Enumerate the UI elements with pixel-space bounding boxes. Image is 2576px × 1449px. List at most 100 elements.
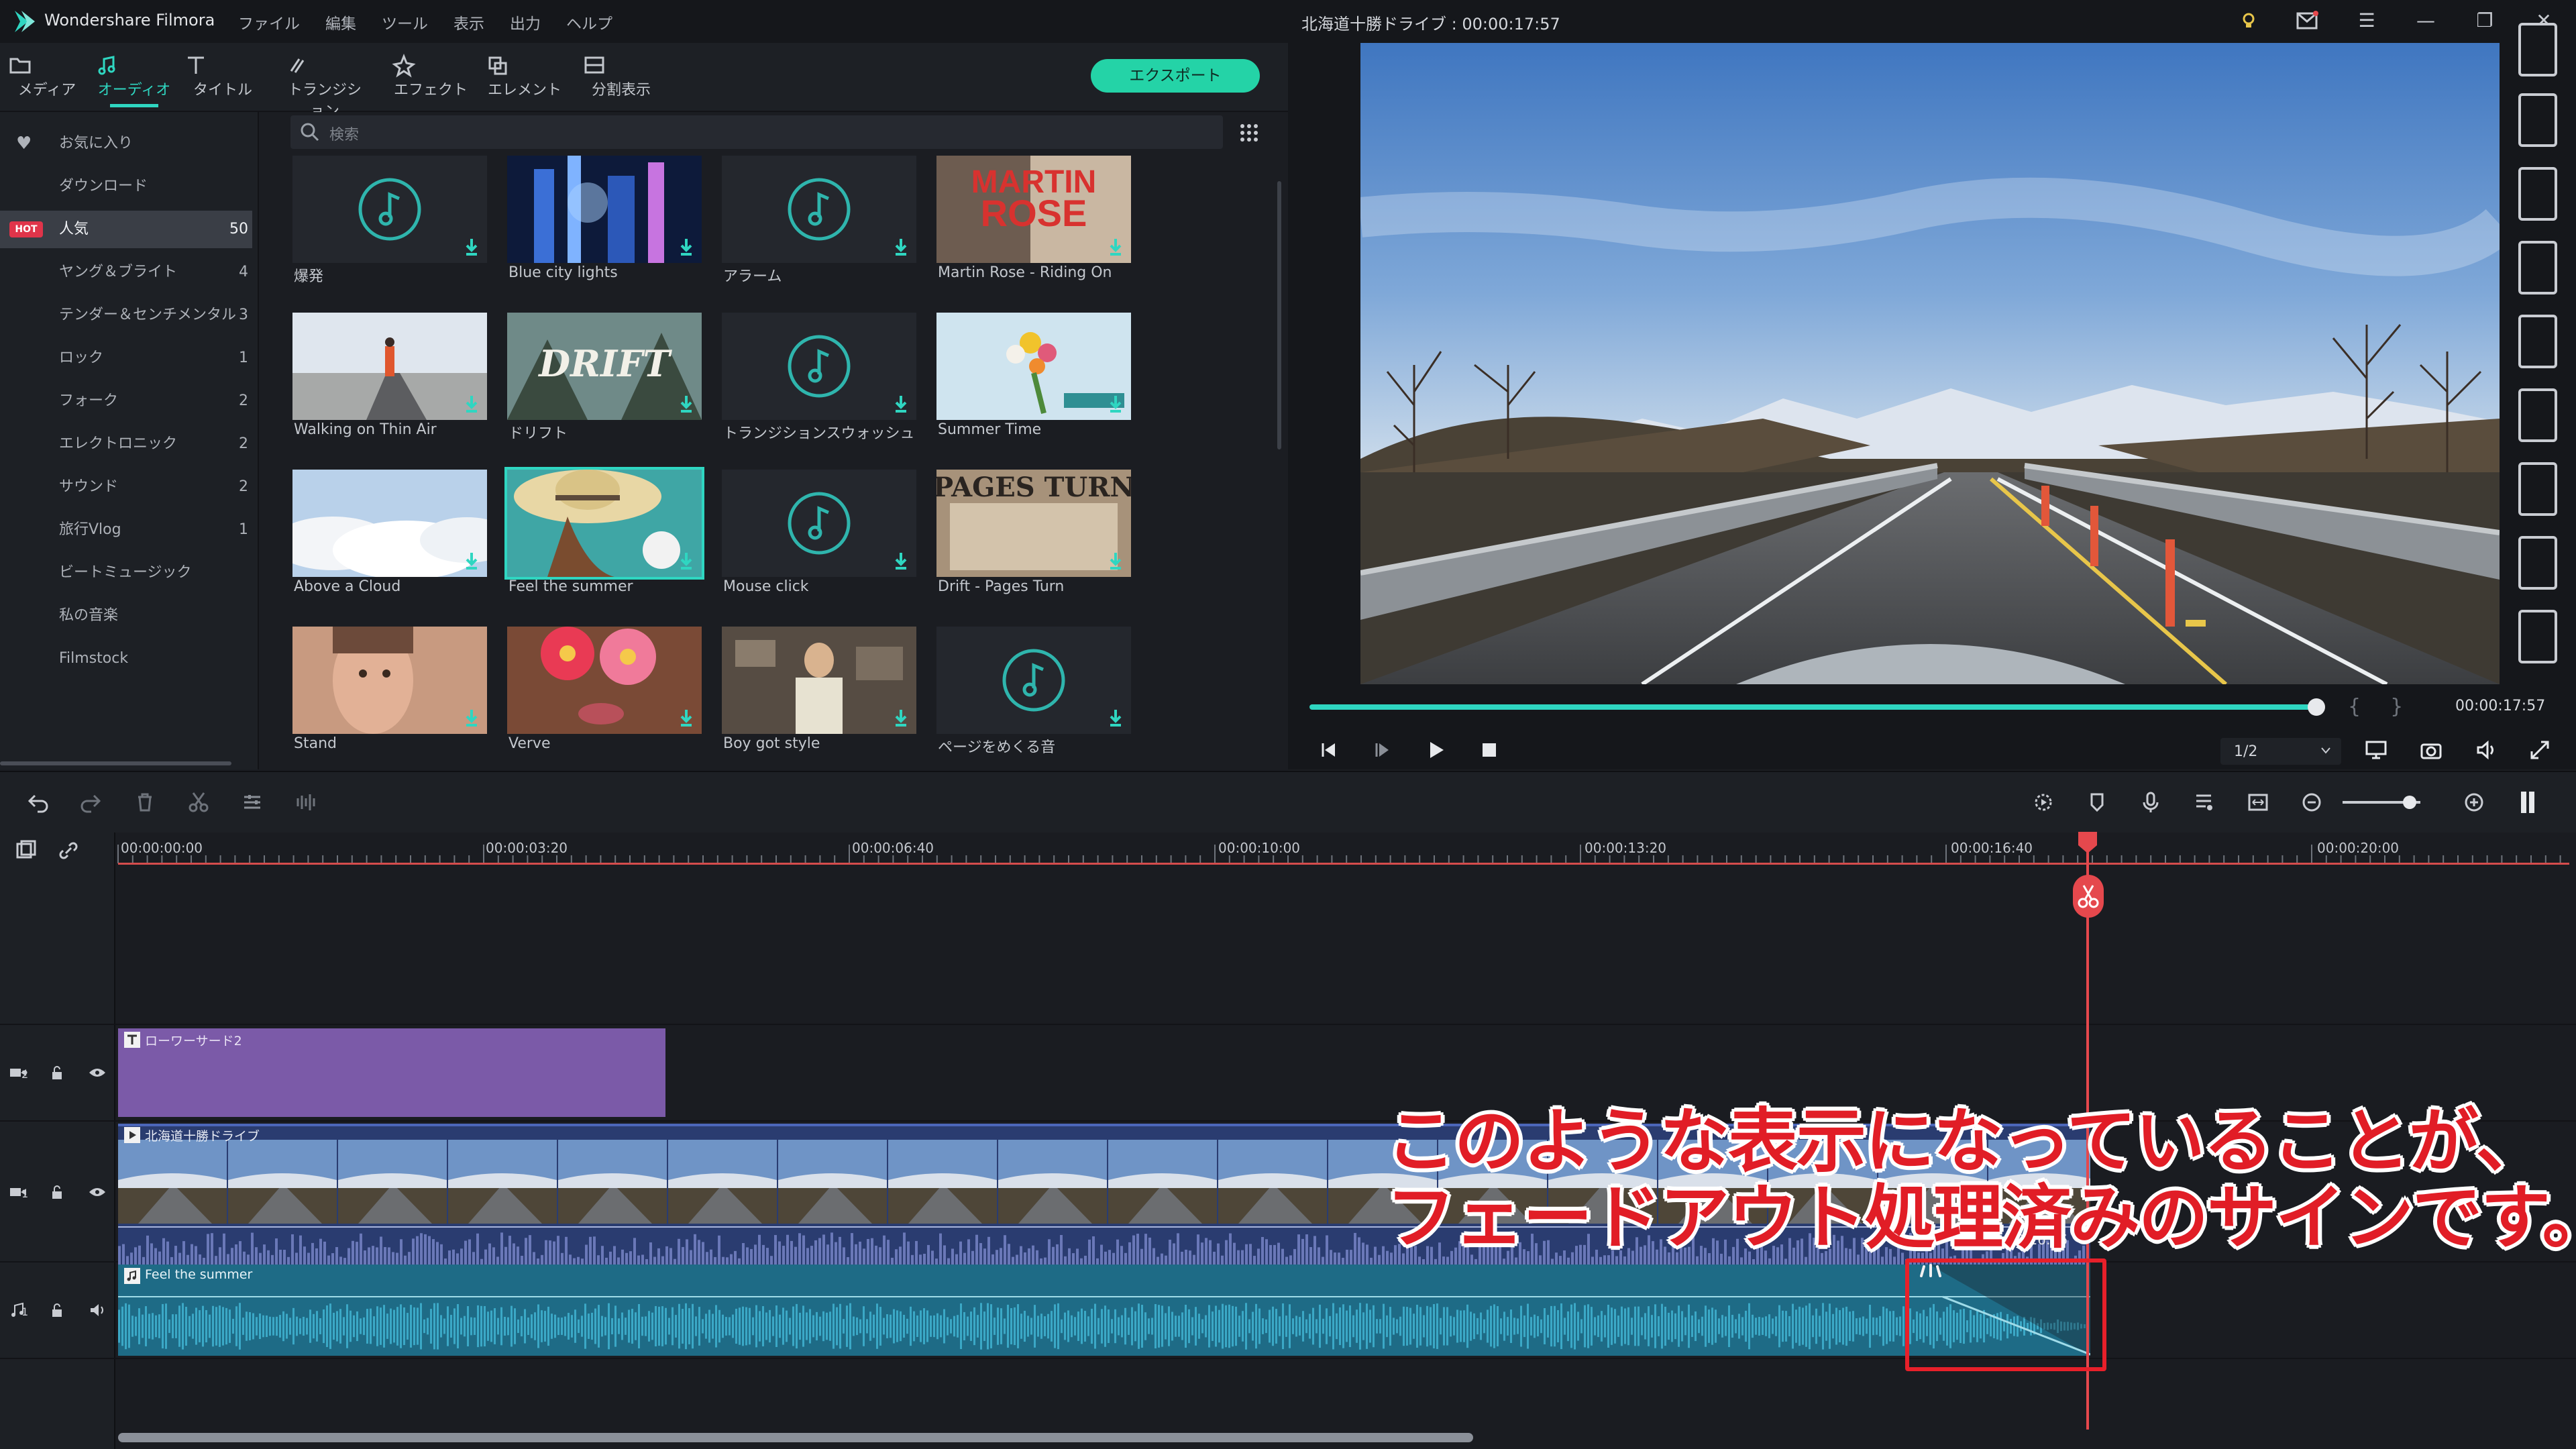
stop-icon[interactable] bbox=[1476, 737, 1503, 763]
export-button[interactable]: エクスポート bbox=[1091, 59, 1260, 93]
download-icon[interactable] bbox=[464, 708, 479, 727]
marker-icon[interactable] bbox=[2518, 315, 2557, 368]
sidebar-item-travel-vlog[interactable]: 旅行Vlog 1 bbox=[0, 511, 252, 549]
tab-split-screen[interactable]: 分割表示 bbox=[581, 48, 661, 110]
sidebar-item-my-music[interactable]: 私の音楽 bbox=[0, 597, 252, 635]
download-icon[interactable] bbox=[1108, 237, 1123, 256]
library-item[interactable]: Blue city lights bbox=[507, 156, 702, 297]
library-item[interactable]: Boy got style bbox=[722, 627, 916, 767]
sidebar-item-filmstock[interactable]: Filmstock bbox=[0, 640, 252, 678]
marker-icon[interactable] bbox=[2518, 610, 2557, 663]
search-input[interactable]: 検索 bbox=[290, 115, 1223, 149]
render-icon[interactable] bbox=[2030, 789, 2057, 816]
library-scrollbar[interactable] bbox=[1277, 181, 1281, 449]
download-icon[interactable] bbox=[894, 551, 908, 570]
sidebar-item-sound[interactable]: サウンド 2 bbox=[0, 468, 252, 506]
library-item[interactable]: Verve bbox=[507, 627, 702, 767]
library-item-thumbnail[interactable] bbox=[292, 470, 487, 577]
library-item-thumbnail[interactable]: DRIFT bbox=[507, 313, 702, 420]
sidebar-item-favorites[interactable]: ♥ お気に入り bbox=[0, 125, 252, 162]
minimize-icon[interactable]: — bbox=[2412, 7, 2439, 34]
download-icon[interactable] bbox=[464, 551, 479, 570]
speaker-icon[interactable] bbox=[87, 1300, 107, 1320]
library-item-thumbnail[interactable] bbox=[936, 627, 1131, 734]
library-item-thumbnail[interactable] bbox=[722, 313, 916, 420]
lock-icon[interactable] bbox=[47, 1182, 67, 1202]
marker-icon[interactable] bbox=[2518, 93, 2557, 147]
lightbulb-icon[interactable] bbox=[2235, 7, 2262, 34]
download-icon[interactable] bbox=[679, 551, 694, 570]
volume-icon[interactable] bbox=[2473, 737, 2500, 763]
library-item[interactable]: MARTIN ROSE Martin Rose - Riding On bbox=[936, 156, 1131, 297]
tab-transition[interactable]: トランジション bbox=[284, 48, 365, 120]
menu-edit[interactable]: 編集 bbox=[325, 11, 356, 34]
download-icon[interactable] bbox=[679, 237, 694, 256]
sidebar-item-beat-music[interactable]: ビートミュージック bbox=[0, 554, 252, 592]
library-item[interactable]: Summer Time bbox=[936, 313, 1131, 453]
tab-audio[interactable]: オーディオ bbox=[94, 48, 174, 110]
library-item[interactable]: PAGES TURN Drift - Pages Turn bbox=[936, 470, 1131, 610]
sidebar-item-young-bright[interactable]: ヤング＆ブライト 4 bbox=[0, 254, 252, 291]
download-icon[interactable] bbox=[894, 237, 908, 256]
fit-timeline-icon[interactable] bbox=[2245, 789, 2271, 816]
link-icon[interactable] bbox=[56, 839, 80, 863]
download-icon[interactable] bbox=[679, 394, 694, 413]
playback-progress-knob[interactable] bbox=[2308, 698, 2325, 716]
snapshot-camera-icon[interactable] bbox=[2418, 737, 2445, 763]
download-icon[interactable] bbox=[894, 708, 908, 727]
marker-icon[interactable] bbox=[2518, 388, 2557, 442]
mail-icon[interactable] bbox=[2294, 7, 2321, 34]
library-item-thumbnail[interactable] bbox=[292, 156, 487, 263]
download-icon[interactable] bbox=[894, 394, 908, 413]
marker-shield-icon[interactable] bbox=[2084, 789, 2110, 816]
menu-view[interactable]: 表示 bbox=[453, 11, 484, 34]
menu-file[interactable]: ファイル bbox=[238, 11, 300, 34]
marker-icon[interactable] bbox=[2518, 462, 2557, 516]
download-icon[interactable] bbox=[464, 394, 479, 413]
tab-media[interactable]: メディア bbox=[7, 48, 87, 110]
lock-icon[interactable] bbox=[47, 1063, 67, 1083]
download-icon[interactable] bbox=[679, 708, 694, 727]
redo-icon[interactable] bbox=[78, 789, 105, 816]
sidebar-item-tender[interactable]: テンダー＆センチメンタル 3 bbox=[0, 297, 252, 334]
sidebar-item-folk[interactable]: フォーク 2 bbox=[0, 382, 252, 420]
zoom-out-icon[interactable] bbox=[2298, 789, 2325, 816]
lock-icon[interactable] bbox=[47, 1300, 67, 1320]
menu-export[interactable]: 出力 bbox=[510, 11, 541, 34]
library-item-thumbnail[interactable] bbox=[504, 467, 704, 580]
library-item-thumbnail[interactable] bbox=[292, 627, 487, 734]
library-item-thumbnail[interactable] bbox=[292, 313, 487, 420]
cut-scissors-icon[interactable] bbox=[185, 789, 212, 816]
library-item-thumbnail[interactable] bbox=[722, 470, 916, 577]
library-item-thumbnail[interactable]: MARTIN ROSE bbox=[936, 156, 1131, 263]
hamburger-menu-icon[interactable]: ☰ bbox=[2353, 7, 2380, 34]
library-item-thumbnail[interactable] bbox=[507, 156, 702, 263]
next-frame-icon[interactable] bbox=[1368, 737, 1395, 763]
grid-view-icon[interactable] bbox=[1238, 122, 1260, 144]
library-item-thumbnail[interactable] bbox=[507, 627, 702, 734]
download-icon[interactable] bbox=[464, 237, 479, 256]
restore-icon[interactable]: ❐ bbox=[2471, 7, 2498, 34]
timeline-horizontal-scrollbar[interactable] bbox=[118, 1433, 1473, 1442]
undo-icon[interactable] bbox=[24, 789, 51, 816]
tab-element[interactable]: エレメント bbox=[484, 48, 565, 110]
library-item[interactable]: DRIFT ドリフト bbox=[507, 313, 702, 453]
play-icon[interactable] bbox=[1422, 737, 1449, 763]
sidebar-item-rock[interactable]: ロック 1 bbox=[0, 339, 252, 377]
timeline-ruler[interactable] bbox=[115, 833, 2576, 865]
sidebar-item-downloads[interactable]: ダウンロード bbox=[0, 168, 252, 205]
audio-clip[interactable]: Feel the summer bbox=[118, 1265, 2090, 1356]
audio-mixer-icon[interactable] bbox=[292, 789, 319, 816]
zoom-slider-knob[interactable] bbox=[2403, 796, 2416, 809]
tab-title[interactable]: タイトル bbox=[182, 48, 263, 110]
library-item[interactable]: Stand bbox=[292, 627, 487, 767]
library-item-thumbnail[interactable] bbox=[722, 627, 916, 734]
marker-icon[interactable] bbox=[2518, 167, 2557, 221]
library-item-thumbnail[interactable]: PAGES TURN bbox=[936, 470, 1131, 577]
adjust-icon[interactable] bbox=[239, 789, 266, 816]
sidebar-item-electronic[interactable]: エレクトロニック 2 bbox=[0, 425, 252, 463]
title-clip[interactable]: ローワーサード2 bbox=[118, 1028, 665, 1117]
library-item[interactable]: トランジションスウォッシュ bbox=[722, 313, 916, 453]
delete-icon[interactable] bbox=[131, 789, 158, 816]
marker-icon[interactable] bbox=[2518, 23, 2557, 76]
